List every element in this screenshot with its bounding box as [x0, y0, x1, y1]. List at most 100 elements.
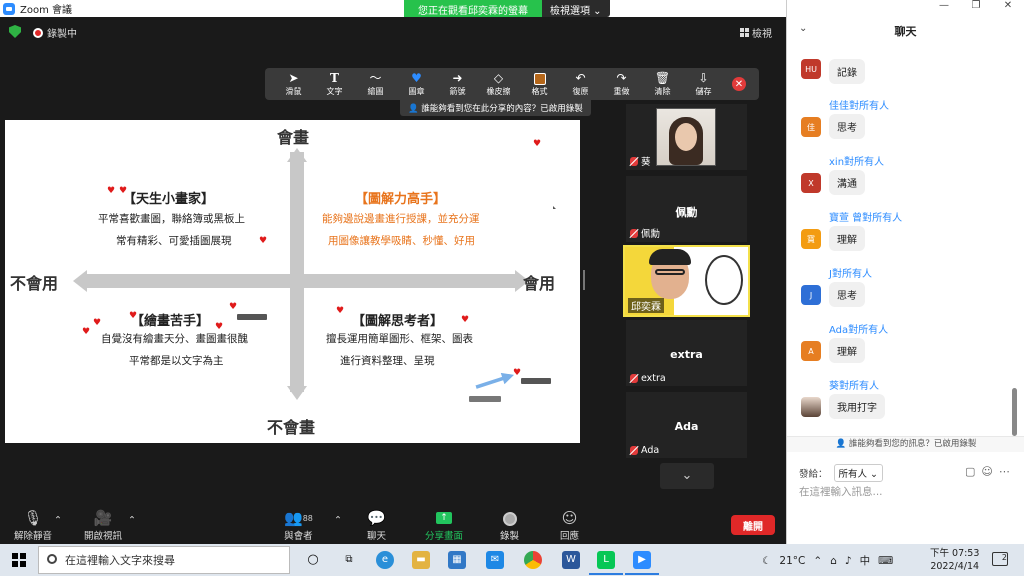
- active-app-indicator: [589, 573, 623, 575]
- arrow-icon: ➜: [452, 71, 463, 85]
- heart-stamp-icon: ♥: [119, 186, 128, 196]
- recording-indicator[interactable]: 錄製中: [33, 25, 77, 40]
- restore-icon[interactable]: ❐: [960, 0, 992, 17]
- mic-muted-icon: [630, 156, 638, 166]
- window-controls: — ❐ ✕: [787, 0, 1024, 17]
- share-screen-button[interactable]: ↑ 分享畫面: [425, 509, 463, 542]
- axis-arrow-left-icon: [73, 270, 87, 292]
- chat-button[interactable]: 💬 聊天: [367, 509, 386, 542]
- tool-stamp[interactable]: ♥ 圖章: [396, 69, 437, 99]
- weather-moon-icon[interactable]: ☾: [762, 555, 771, 567]
- record-icon: [502, 512, 517, 526]
- notification-center-icon[interactable]: 2: [992, 552, 1008, 566]
- leave-meeting-button[interactable]: 離開: [731, 515, 775, 535]
- active-speaker-video[interactable]: 邱奕霖: [623, 245, 750, 317]
- show-hidden-icons-icon[interactable]: ⌃: [813, 555, 822, 567]
- heart-stamp-icon: ♥: [93, 318, 102, 328]
- security-shield-icon[interactable]: [9, 25, 21, 38]
- edge-browser-icon[interactable]: e: [376, 551, 394, 569]
- tool-text[interactable]: T 文字: [314, 69, 355, 99]
- zoom-app-icon[interactable]: ▶: [633, 551, 651, 569]
- format-color-icon: [533, 73, 546, 85]
- store-icon[interactable]: ▦: [448, 551, 466, 569]
- chat-message-input[interactable]: 在這裡輸入訊息...: [799, 484, 883, 499]
- grid-icon: [740, 28, 749, 37]
- chevron-down-icon[interactable]: ⌄: [799, 23, 807, 34]
- tool-undo[interactable]: ↶ 復原: [560, 69, 601, 99]
- tool-clear[interactable]: 🗑 清除: [642, 69, 683, 99]
- message-sender: Ada對所有人: [829, 325, 889, 336]
- emoji-icon[interactable]: ☺: [981, 465, 992, 478]
- minimize-icon[interactable]: —: [928, 0, 960, 17]
- zoom-logo-icon: [3, 2, 15, 15]
- meeting-top-bar: 錄製中 檢視: [0, 22, 786, 42]
- file-explorer-icon[interactable]: ▬: [412, 551, 430, 569]
- view-options-button[interactable]: 檢視選項 ⌄: [542, 0, 610, 17]
- share-banner: 您正在觀看邱奕霖的螢幕 檢視選項 ⌄: [404, 0, 610, 17]
- avatar-photo: [801, 397, 821, 417]
- tool-draw[interactable]: 〜繪圖: [355, 69, 396, 99]
- chat-title: 聊天: [894, 25, 917, 38]
- record-button[interactable]: 錄製: [500, 509, 519, 542]
- line-app-icon[interactable]: L: [597, 551, 615, 569]
- tool-eraser[interactable]: ◇ 橡皮擦: [478, 69, 519, 99]
- start-video-button[interactable]: 🎥 開啟視訊: [84, 509, 122, 542]
- participant-tile[interactable]: 佩勳 佩勳: [626, 176, 747, 242]
- network-icon[interactable]: ⌂: [830, 555, 837, 567]
- mail-icon[interactable]: ✉: [486, 551, 504, 569]
- more-icon[interactable]: ⋯: [999, 465, 1010, 478]
- view-mode-button[interactable]: 檢視: [740, 25, 772, 40]
- quadrant-title-topright: 【圖解力高手】: [355, 192, 447, 207]
- chat-tools: ▢ ☺ ⋯: [965, 465, 1010, 478]
- volume-icon[interactable]: ♪: [845, 555, 852, 567]
- shared-screen-slide[interactable]: 會畫 不會畫 不會用 會用 【天生小畫家】 平常喜歡畫圖，聯絡簿或黑板上 常有精…: [5, 120, 580, 443]
- taskbar-search-input[interactable]: 在這裡輸入文字來搜尋: [38, 546, 290, 574]
- ime-indicator[interactable]: 中: [860, 553, 871, 568]
- gallery-next-page-button[interactable]: ⌄: [660, 463, 714, 489]
- tool-arrow[interactable]: ➜ 箭號: [437, 69, 478, 99]
- heart-stamp-icon: ♥: [129, 311, 138, 321]
- chat-visibility-notice[interactable]: 👤 誰能夠看到您的訊息？已啟用錄製: [787, 436, 1024, 452]
- file-icon[interactable]: ▢: [965, 465, 975, 478]
- panel-splitter-handle[interactable]: [583, 270, 585, 290]
- participant-tile[interactable]: extra extra: [626, 320, 747, 386]
- close-icon[interactable]: ✕: [992, 0, 1024, 17]
- task-view-icon[interactable]: ⧉: [340, 551, 358, 569]
- message-text: 記錄: [829, 59, 865, 84]
- keyboard-icon[interactable]: ⌨: [878, 555, 893, 567]
- quadrant-title-topleft: 【天生小畫家】: [123, 192, 215, 207]
- video-options-caret-icon[interactable]: ⌃: [128, 515, 136, 526]
- redo-icon: ↷: [616, 71, 627, 85]
- pointer-icon: ➤: [288, 71, 299, 85]
- chevron-down-icon: ⌄: [681, 468, 693, 483]
- tool-format[interactable]: 格式: [519, 69, 560, 99]
- participant-name: 佩勳: [641, 229, 661, 240]
- participant-tile[interactable]: 葵: [626, 104, 747, 170]
- participants-button[interactable]: 👥88 與會者: [284, 509, 313, 542]
- windows-start-icon[interactable]: [12, 553, 26, 567]
- reactions-button[interactable]: ☺ 回應: [560, 509, 579, 542]
- tool-save[interactable]: ⇩ 儲存: [683, 69, 724, 99]
- tool-redo[interactable]: ↷ 重做: [601, 69, 642, 99]
- zoom-meeting-window: Zoom 會議 您正在觀看邱奕霖的螢幕 檢視選項 ⌄ 錄製中 檢視 ➤ 滑鼠 T文…: [0, 0, 786, 544]
- participants-options-caret-icon[interactable]: ⌃: [334, 515, 342, 526]
- close-annotation-icon[interactable]: ✕: [732, 77, 746, 91]
- audio-options-caret-icon[interactable]: ⌃: [54, 515, 62, 526]
- message-text: 我用打字: [829, 394, 885, 419]
- unmute-button[interactable]: 🎙 解除靜音: [14, 509, 52, 542]
- smiley-icon: ☺: [561, 509, 578, 527]
- undo-icon: ↶: [575, 71, 586, 85]
- chat-message-list[interactable]: HU 記錄 佳佳對所有人 佳 思考 xin對所有人 X 溝通 寶萱 曾對所有人 …: [787, 45, 1013, 435]
- chat-scrollbar[interactable]: [1012, 388, 1017, 436]
- axis-label-right: 會用: [523, 274, 556, 293]
- meeting-controls-bar: 🎙 解除靜音 ⌃ 🎥 開啟視訊 ⌃ 👥88 與會者 ⌃ 💬 聊天 ↑ 分享畫面: [0, 505, 786, 544]
- cortana-icon[interactable]: ○: [304, 551, 322, 569]
- who-can-see-share-notice[interactable]: 👤 誰能夠看到您在此分享的內容？已啟用錄製: [400, 99, 591, 116]
- axis-arrow-down-icon: [287, 386, 307, 400]
- word-icon[interactable]: W: [562, 551, 580, 569]
- system-clock[interactable]: 下午 07:53 2022/4/14: [930, 547, 979, 573]
- recipient-select[interactable]: 所有人 ⌄: [833, 464, 884, 482]
- chrome-icon[interactable]: [524, 551, 542, 569]
- participant-tile[interactable]: Ada Ada: [626, 392, 747, 458]
- tool-mouse[interactable]: ➤ 滑鼠: [273, 69, 314, 99]
